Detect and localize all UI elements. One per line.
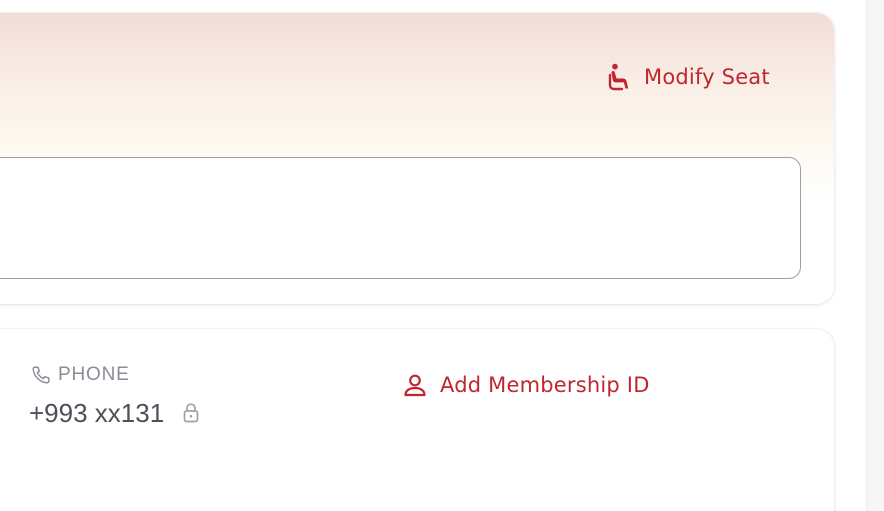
add-membership-id-button[interactable]: Add Membership ID (402, 368, 650, 402)
phone-icon (30, 364, 52, 386)
phone-value: +993 xx131 (29, 397, 165, 428)
phone-label: PHONE (58, 364, 130, 385)
lock-icon (182, 402, 200, 424)
phone-value-row: +993 xx131 (29, 396, 200, 430)
user-icon (402, 372, 428, 398)
modify-seat-button[interactable]: Modify Seat (608, 60, 770, 94)
add-membership-id-label: Add Membership ID (440, 373, 650, 397)
page: Modify Seat PHONE +993 xx131 Add Members… (0, 0, 884, 511)
phone-label-row: PHONE (30, 362, 130, 388)
seat-icon (608, 63, 632, 91)
modify-seat-label: Modify Seat (644, 65, 770, 89)
seat-field[interactable] (0, 157, 801, 279)
scrollbar-track[interactable] (866, 0, 884, 511)
